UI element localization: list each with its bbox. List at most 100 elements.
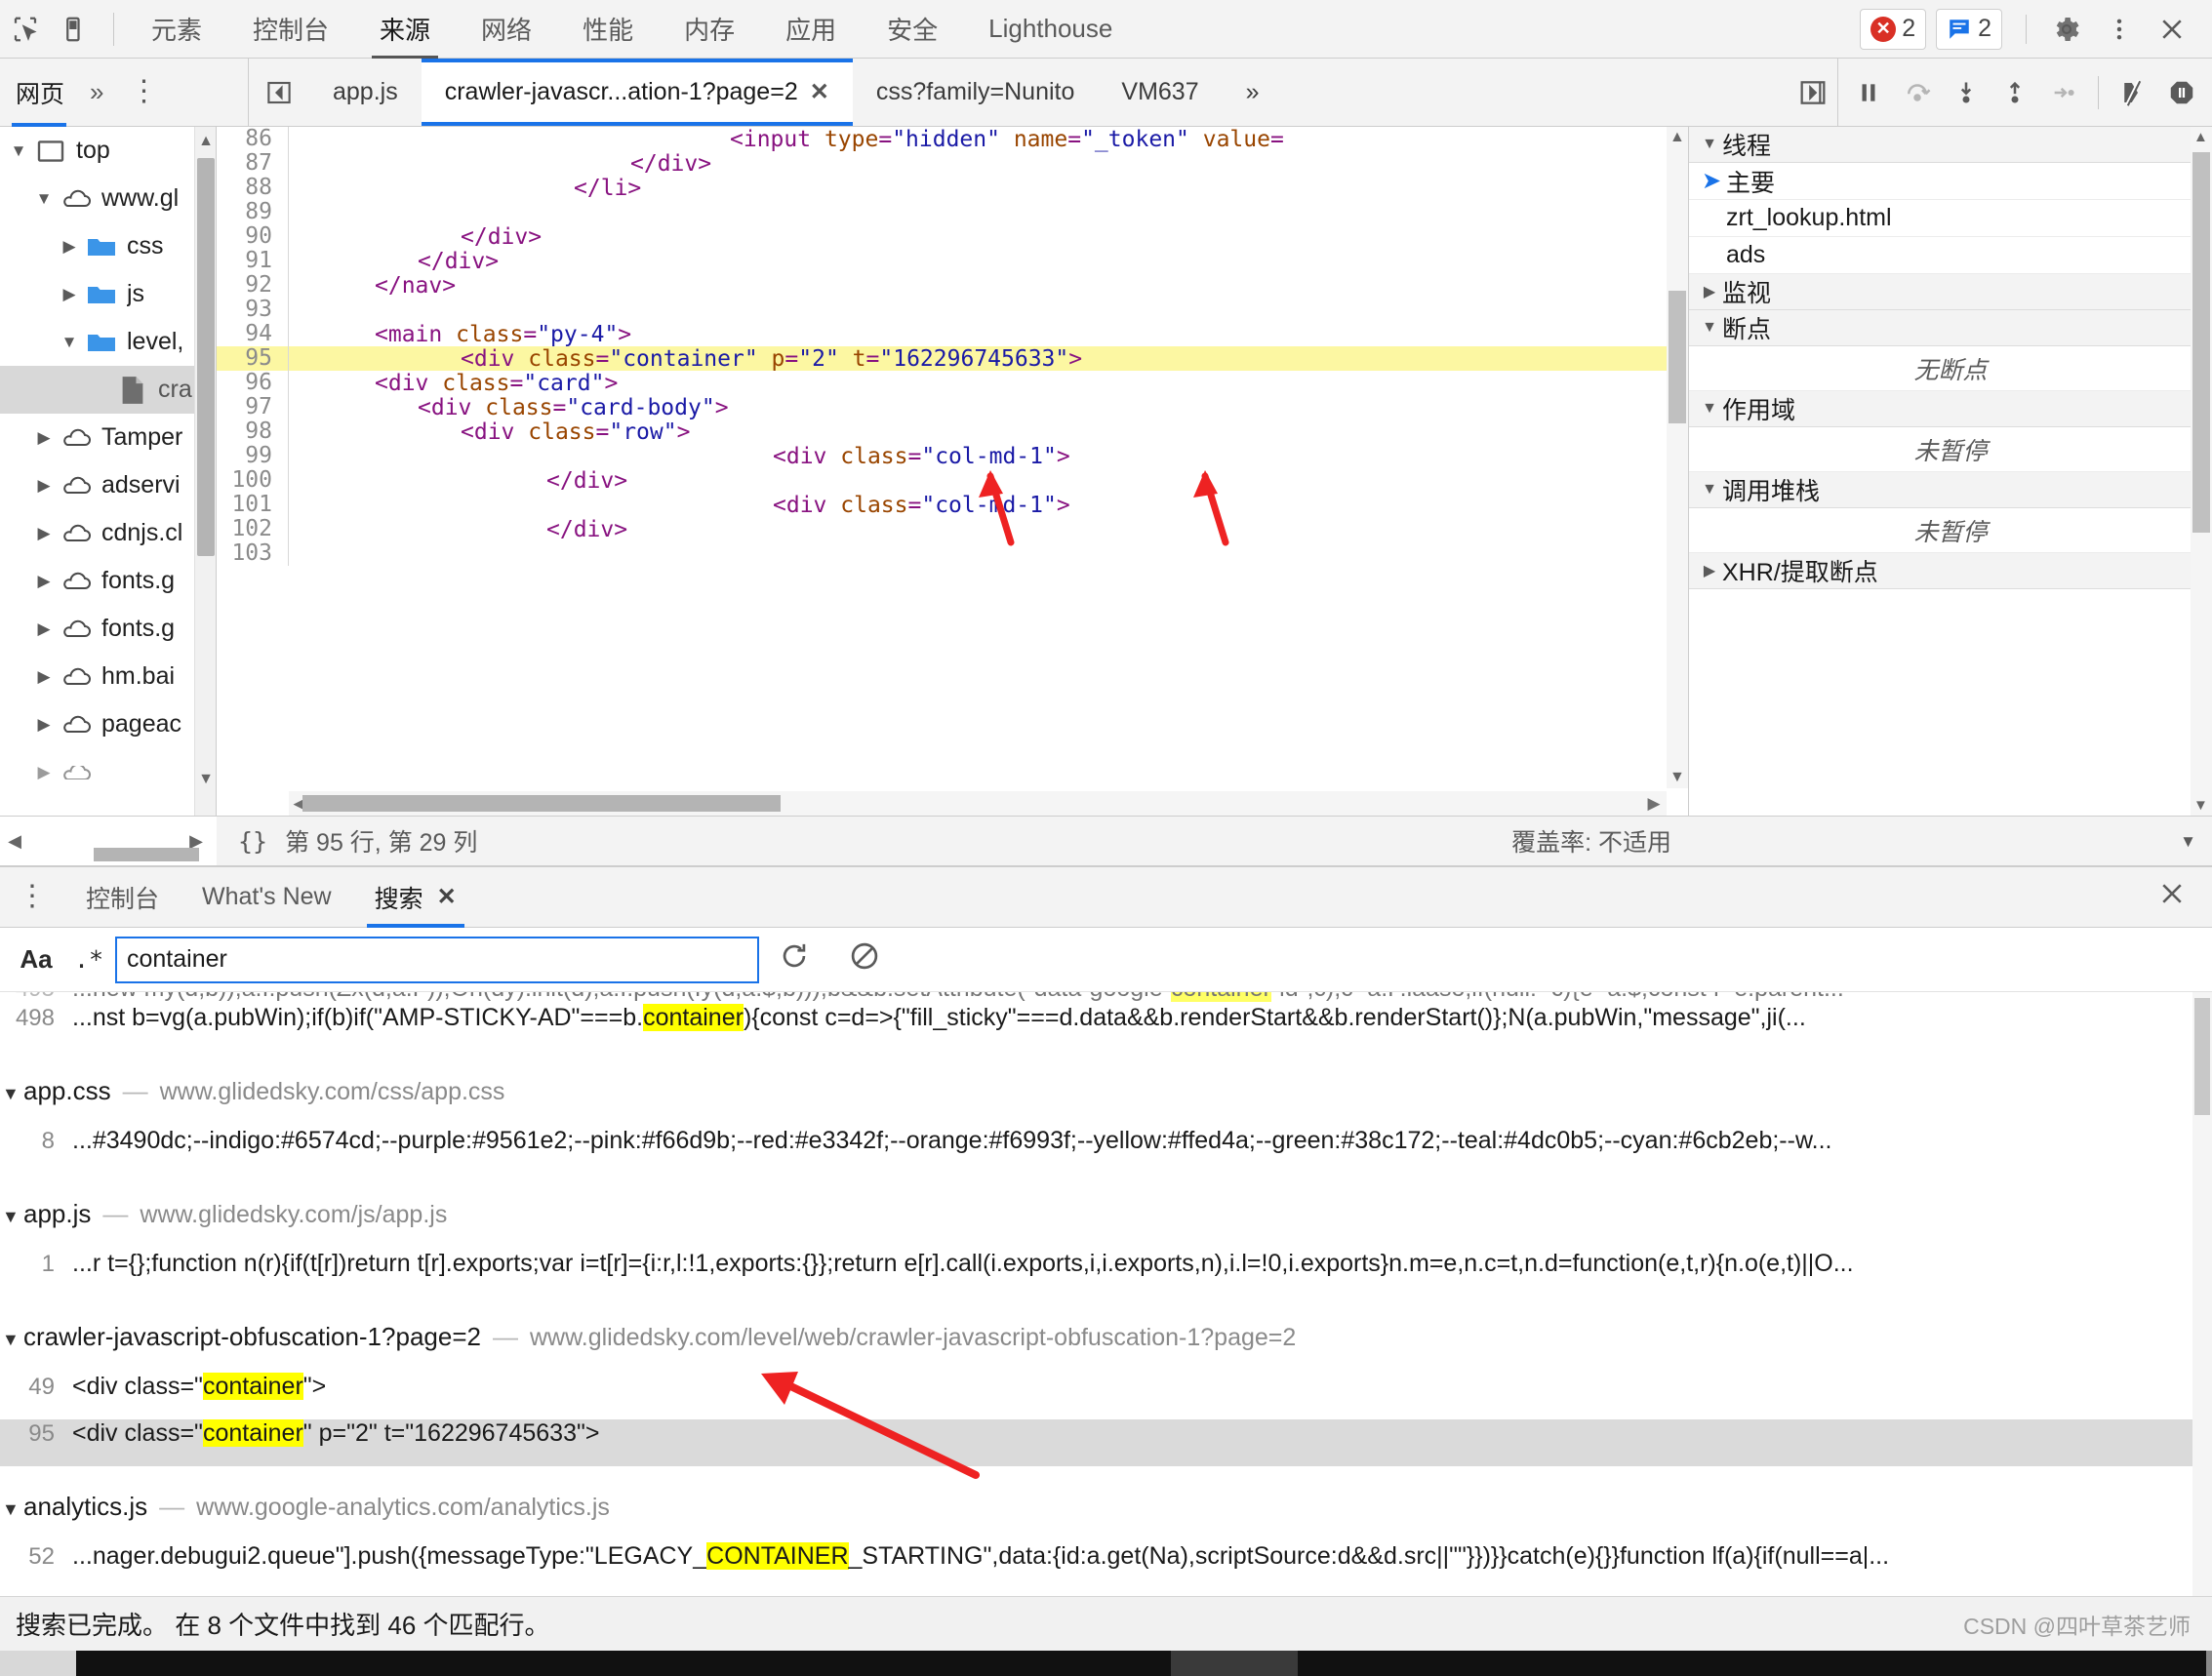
code-line[interactable]: 89	[217, 200, 1688, 224]
chevron-right-icon[interactable]: ▶	[31, 763, 57, 782]
step-over-icon[interactable]	[1893, 59, 1942, 127]
navigator-hscroll-thumb[interactable]	[94, 848, 199, 861]
tree-item-cdnjs[interactable]: ▶ cdnjs.cl	[0, 509, 216, 557]
scroll-left-arrow-icon[interactable]: ◀	[0, 831, 29, 852]
code-line[interactable]: 103	[217, 541, 1688, 566]
tab-lighthouse[interactable]: Lighthouse	[963, 0, 1138, 59]
scroll-up-arrow-icon[interactable]: ▲	[2193, 129, 2208, 145]
scroll-up-arrow-icon[interactable]: ▲	[1669, 129, 1685, 146]
tree-item-crawler-file[interactable]: ▶ cra	[0, 366, 216, 414]
code-line[interactable]: 93	[217, 298, 1688, 322]
error-count-badge[interactable]: ✕ 2	[1860, 8, 1927, 50]
search-result-row[interactable]: 495 ...new my(d,b)),a.I.push(Zx(d,a.F)),…	[0, 992, 2212, 1004]
clear-icon[interactable]	[829, 939, 900, 980]
chevron-down-icon[interactable]: ▼	[31, 189, 57, 209]
chevron-right-icon[interactable]: ▶	[31, 572, 57, 591]
code-line[interactable]: 97 <div class="card-body">	[217, 395, 1688, 420]
search-input[interactable]	[115, 936, 759, 983]
chevron-down-icon[interactable]: ▼	[2, 1084, 23, 1104]
refresh-icon[interactable]	[759, 939, 829, 980]
search-file-group-analytics[interactable]: ▼ analytics.js — www.google-analytics.co…	[0, 1492, 2212, 1542]
code-editor[interactable]: 86 <input type="hidden" name="_token" va…	[217, 127, 1688, 816]
chevron-down-icon[interactable]: ▼	[2, 1499, 23, 1520]
code-line[interactable]: 102 </div>	[217, 517, 1688, 542]
search-result-row[interactable]: 1 ...r t={};function n(r){if(t[r])return…	[0, 1250, 2212, 1297]
navigator-more-icon[interactable]: ⋮	[115, 77, 172, 105]
chevron-down-icon[interactable]: ▼	[6, 141, 31, 161]
file-tab-crawler[interactable]: crawler-javascr...ation-1?page=2 ✕	[421, 59, 853, 126]
drawer-close-icon[interactable]	[2157, 879, 2212, 916]
tab-application[interactable]: 应用	[760, 0, 862, 59]
drawer-tab-console[interactable]: 控制台	[64, 867, 181, 928]
tab-network[interactable]: 网络	[456, 0, 557, 59]
chevron-right-icon[interactable]: ▶	[31, 715, 57, 735]
tree-item-adservice[interactable]: ▶ adservi	[0, 461, 216, 509]
search-result-row[interactable]: 8 ...#3490dc;--indigo:#6574cd;--purple:#…	[0, 1127, 2212, 1174]
search-file-group-appcss[interactable]: ▼ app.css — www.glidedsky.com/css/app.cs…	[0, 1076, 2212, 1127]
deactivate-breakpoints-icon[interactable]	[2109, 59, 2157, 127]
section-watch[interactable]: ▶ 监视	[1689, 274, 2212, 310]
chevron-down-icon[interactable]: ▼	[2, 1330, 23, 1350]
chevron-down-icon[interactable]: ▼	[2, 1207, 23, 1227]
chevron-right-icon[interactable]: ▶	[31, 524, 57, 543]
chevron-down-icon[interactable]: ▼	[1697, 481, 1722, 499]
show-debugger-icon[interactable]	[1789, 59, 1837, 127]
editor-hscroll-thumb[interactable]	[302, 795, 781, 812]
match-case-toggle[interactable]: Aa	[10, 944, 62, 975]
regex-toggle[interactable]: .*	[62, 945, 115, 974]
step-out-icon[interactable]	[1991, 59, 2039, 127]
debugger-scroll-thumb[interactable]	[2192, 152, 2210, 533]
chevron-right-icon[interactable]: ▶	[31, 476, 57, 496]
results-scroll-thumb[interactable]	[2194, 998, 2210, 1115]
scroll-down-arrow-icon[interactable]: ▼	[2193, 797, 2208, 814]
code-line[interactable]: 101 <div class="col-md-1">	[217, 493, 1688, 518]
chevron-down-icon[interactable]: ▼	[1697, 400, 1722, 418]
tab-elements[interactable]: 元素	[126, 0, 227, 59]
thread-item-main[interactable]: ➤ 主要	[1689, 163, 2212, 200]
chevron-down-icon[interactable]: ▼	[1697, 136, 1722, 153]
chevron-right-icon[interactable]: ▶	[1697, 282, 1722, 301]
search-file-group-crawler[interactable]: ▼ crawler-javascript-obfuscation-1?page=…	[0, 1322, 2212, 1373]
section-call-stack[interactable]: ▼ 调用堆栈	[1689, 472, 2212, 508]
chevron-right-icon[interactable]: ▶	[31, 667, 57, 687]
code-line[interactable]: 100 </div>	[217, 468, 1688, 494]
format-code-icon[interactable]: {}	[238, 827, 267, 856]
search-result-row[interactable]: 498 ...nst b=vg(a.pubWin);if(b)if("AMP-S…	[0, 1004, 2212, 1051]
file-tab-appjs[interactable]: app.js	[309, 59, 422, 126]
tab-sources[interactable]: 来源	[354, 0, 456, 59]
close-icon[interactable]	[2146, 0, 2198, 59]
tab-security[interactable]: 安全	[862, 0, 963, 59]
tree-scroll-thumb[interactable]	[197, 158, 215, 556]
thread-item-zrt[interactable]: zrt_lookup.html	[1689, 200, 2212, 237]
step-icon[interactable]	[2039, 59, 2088, 127]
chevron-down-icon[interactable]: ▼	[57, 333, 82, 352]
pause-icon[interactable]	[1844, 59, 1893, 127]
message-count-badge[interactable]: 2	[1936, 8, 2002, 50]
tree-item-glidedsky[interactable]: ▼ www.gl	[0, 175, 216, 222]
scroll-down-arrow-icon[interactable]: ▼	[195, 767, 216, 792]
tab-console[interactable]: 控制台	[227, 0, 354, 59]
section-breakpoints[interactable]: ▼ 断点	[1689, 310, 2212, 346]
drawer-tab-search[interactable]: 搜索 ✕	[353, 867, 478, 928]
code-line[interactable]: 87 </div>	[217, 151, 1688, 177]
code-line[interactable]: 91 </div>	[217, 249, 1688, 274]
tree-item-fonts-2[interactable]: ▶ fonts.g	[0, 605, 216, 653]
thread-item-ads[interactable]: ads	[1689, 237, 2212, 274]
search-result-row[interactable]: 49 <div class="container">	[0, 1373, 2212, 1419]
gear-icon[interactable]	[2040, 0, 2093, 59]
nav-tab-page[interactable]: 网页	[0, 59, 78, 127]
scroll-down-arrow-icon[interactable]: ▼	[1669, 769, 1685, 786]
section-threads[interactable]: ▼ 线程	[1689, 127, 2212, 163]
scroll-right-arrow-icon[interactable]: ▶	[1643, 794, 1665, 814]
code-line-highlighted[interactable]: 95 <div class="container" p="2" t="16229…	[217, 346, 1688, 372]
code-line[interactable]: 94 <main class="py-4">	[217, 322, 1688, 347]
search-results-list[interactable]: 495 ...new my(d,b)),a.I.push(Zx(d,a.F)),…	[0, 992, 2212, 1616]
tree-scrollbar[interactable]: ▲ ▼	[194, 127, 216, 816]
file-tab-css-nunito[interactable]: css?family=Nunito	[853, 59, 1099, 126]
tree-item-top[interactable]: ▼ top	[0, 127, 216, 175]
file-tab-vm637[interactable]: VM637	[1098, 59, 1222, 126]
code-line[interactable]: 98 <div class="row">	[217, 419, 1688, 445]
tab-memory[interactable]: 内存	[659, 0, 760, 59]
show-navigator-icon[interactable]	[249, 59, 309, 126]
tree-item-partial[interactable]: ▶	[0, 748, 216, 796]
